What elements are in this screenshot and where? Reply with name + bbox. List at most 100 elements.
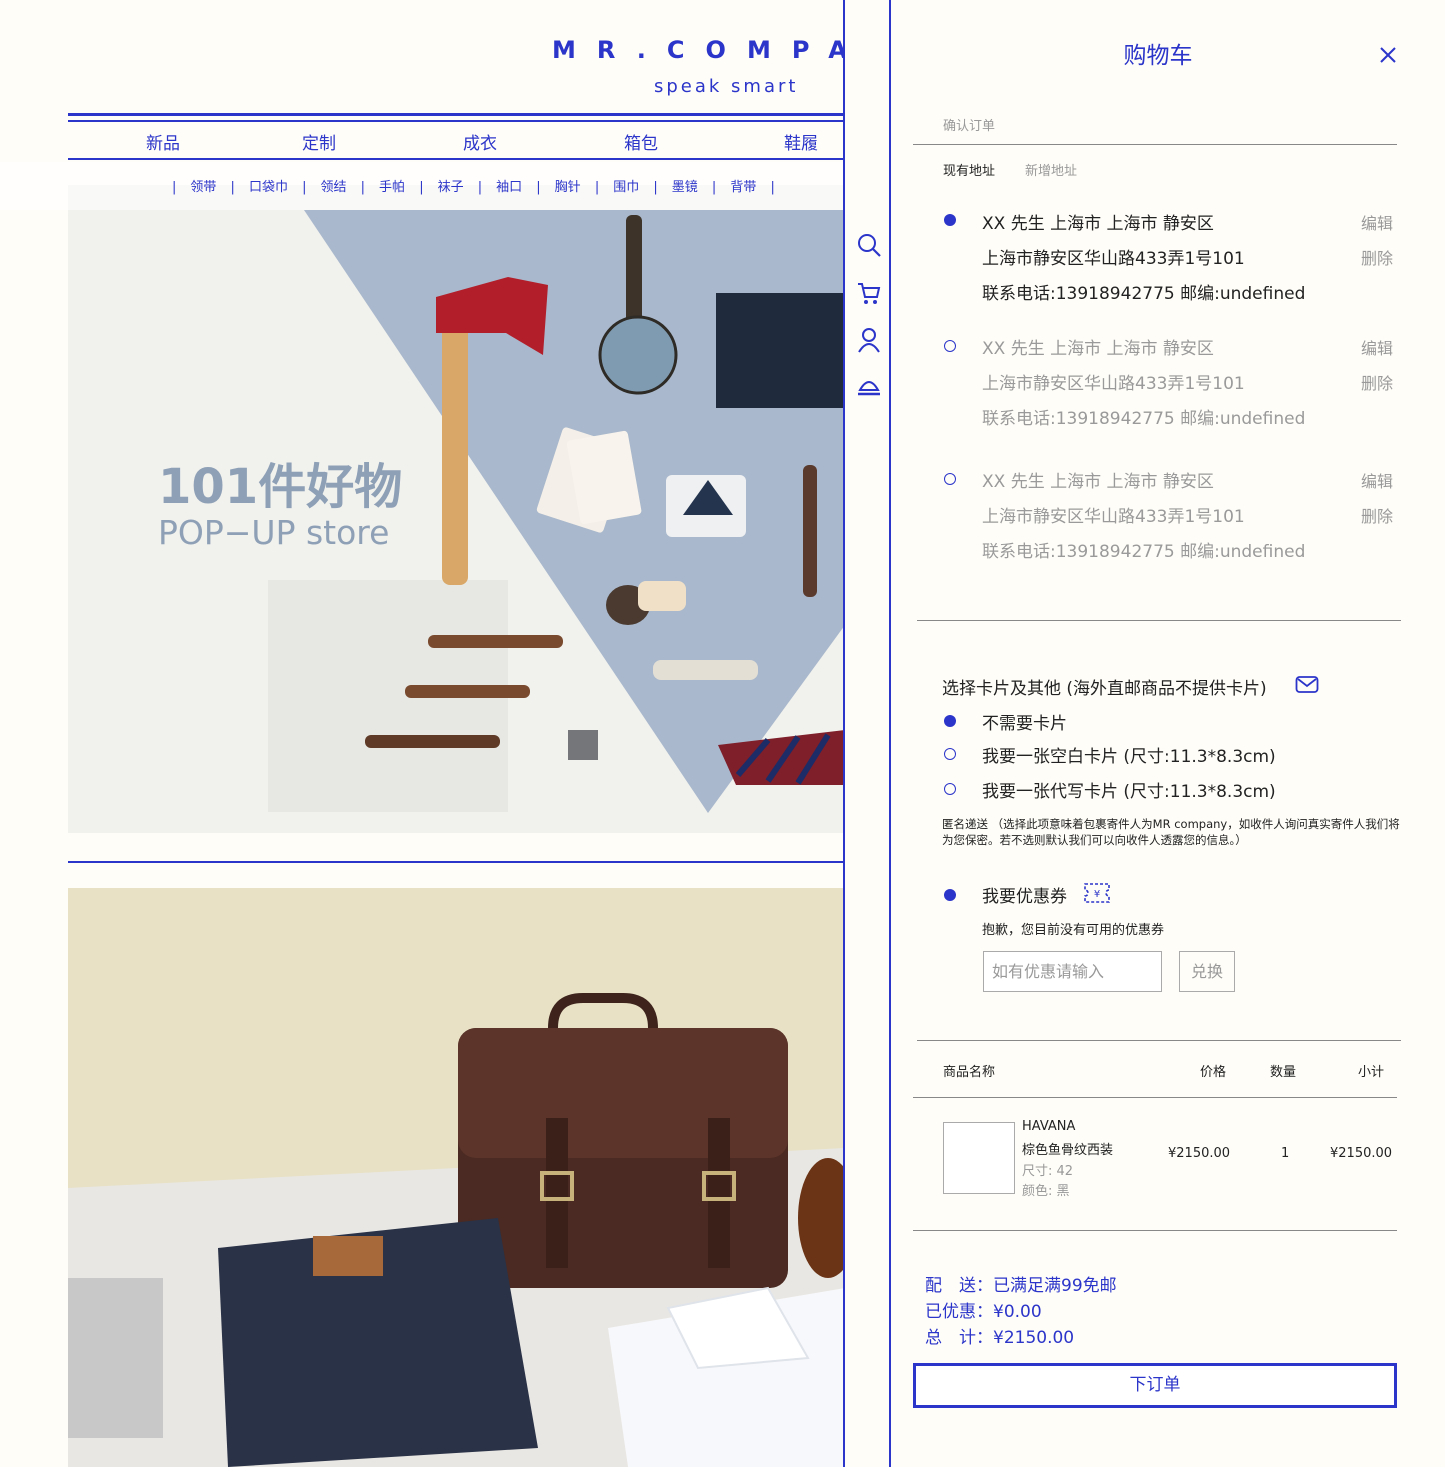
address-radio[interactable] [944, 340, 956, 352]
hero-subtitle: POP−UP store [158, 513, 390, 552]
brand-tagline: speak smart [654, 76, 799, 97]
coupon-input[interactable] [983, 951, 1162, 992]
product-subtotal: ¥2150.00 [1330, 1146, 1393, 1161]
subnav-separator: | [360, 180, 366, 195]
address-line1: XX 先生 上海市 上海市 静安区 [982, 472, 1214, 492]
column-header-qty: 数量 [1270, 1065, 1297, 1080]
bags-banner[interactable] [68, 888, 845, 1467]
address-line1: XX 先生 上海市 上海市 静安区 [982, 339, 1214, 359]
hero-banner[interactable]: 101件好物 POP−UP store [68, 185, 845, 833]
subnav-separator: | [594, 180, 600, 195]
card-radio[interactable] [944, 748, 956, 760]
address-line2: 上海市静安区华山路433弄1号101 [982, 249, 1245, 269]
confirm-order-label: 确认订单 [943, 119, 996, 134]
cart-panel: 购物车 确认订单 现有地址 新增地址 XX 先生 上海市 上海市 静安区 上海市… [891, 0, 1445, 1467]
edit-address-button[interactable]: 编辑 [1361, 210, 1393, 234]
card-section-title: 选择卡片及其他 (海外直邮商品不提供卡片) [942, 679, 1267, 699]
column-header-price: 价格 [1200, 1065, 1227, 1080]
address-line3: 联系电话:13918942775 邮编:undefined [982, 409, 1306, 429]
subnav-item-sunglasses[interactable]: 墨镜 [672, 176, 698, 195]
nav-item-shoes[interactable]: 鞋履 [784, 129, 818, 154]
envelope-icon [1295, 676, 1319, 693]
subnav-item-suspenders[interactable]: 背带 [730, 176, 756, 195]
coupon-label: 我要优惠券 [982, 887, 1067, 907]
subnav-item-handkerchiefs[interactable]: 手帕 [379, 176, 405, 195]
side-toolbar [843, 0, 891, 1467]
divider [917, 620, 1401, 621]
subnav-separator: | [230, 180, 235, 195]
product-brand: HAVANA [1022, 1119, 1076, 1134]
hero-title: 101件好物 [158, 459, 403, 515]
tab-new-address[interactable]: 新增地址 [1025, 160, 1077, 179]
anonymous-delivery-note: 匿名递送 （选择此项意味着包裹寄件人为MR company，如收件人询问真实寄件… [942, 817, 1400, 847]
bags-illustration [68, 888, 845, 1467]
subnav-separator: | [477, 180, 483, 195]
product-quantity: 1 [1281, 1146, 1290, 1161]
subnav-item-socks[interactable]: 袜子 [438, 176, 464, 195]
nav-item-new[interactable]: 新品 [146, 129, 180, 154]
address-line3: 联系电话:13918942775 邮编:undefined [982, 284, 1306, 304]
column-header-subtotal: 小计 [1358, 1065, 1385, 1080]
subnav-separator: | [653, 180, 658, 195]
product-color: 颜色: 黑 [1022, 1184, 1070, 1199]
divider [913, 144, 1397, 145]
address-line1: XX 先生 上海市 上海市 静安区 [982, 214, 1214, 234]
delete-address-button[interactable]: 删除 [1361, 370, 1393, 394]
product-size: 尺寸: 42 [1022, 1164, 1074, 1179]
delete-address-button[interactable]: 删除 [1361, 245, 1393, 269]
divider [913, 1097, 1397, 1098]
subnav-separator: | [172, 180, 177, 195]
section-divider [68, 861, 845, 863]
address-line2: 上海市静安区华山路433弄1号101 [982, 374, 1245, 394]
address-line2: 上海市静安区华山路433弄1号101 [982, 507, 1245, 527]
subnav-separator: | [536, 180, 541, 195]
nav-item-custom[interactable]: 定制 [302, 129, 336, 154]
cart-title: 购物车 [1123, 43, 1193, 69]
shipping-summary: 配 送：已满足满99免邮 [925, 1276, 1117, 1296]
search-icon[interactable] [856, 232, 882, 258]
discount-summary: 已优惠：¥0.00 [925, 1302, 1042, 1322]
brand-logo[interactable]: MR.COMPAN [552, 36, 845, 64]
edit-address-button[interactable]: 编辑 [1361, 335, 1393, 359]
subnav-item-pocket-squares[interactable]: 口袋巾 [249, 176, 288, 195]
header-divider [68, 120, 845, 122]
address-radio-selected[interactable] [944, 214, 956, 226]
card-radio-selected[interactable] [944, 715, 956, 727]
header-divider [68, 113, 845, 116]
main-nav: 新品 定制 成衣 箱包 鞋履 [68, 124, 845, 158]
subnav-separator: | [770, 180, 775, 195]
divider [917, 1040, 1401, 1041]
subnav-item-brooches[interactable]: 胸针 [555, 176, 581, 195]
address-radio[interactable] [944, 473, 956, 485]
product-name[interactable]: 棕色鱼骨纹西装 [1022, 1139, 1113, 1158]
service-bell-icon[interactable] [856, 373, 882, 399]
subnav-item-cufflinks[interactable]: 袖口 [496, 176, 522, 195]
card-radio[interactable] [944, 783, 956, 795]
delete-address-button[interactable]: 删除 [1361, 503, 1393, 527]
subnav-item-scarves[interactable]: 围巾 [613, 176, 639, 195]
product-thumbnail[interactable] [943, 1122, 1015, 1194]
user-icon[interactable] [856, 327, 882, 353]
subnav-item-bow-ties[interactable]: 领结 [320, 176, 346, 195]
cart-icon[interactable] [856, 280, 882, 306]
edit-address-button[interactable]: 编辑 [1361, 468, 1393, 492]
coupon-empty-message: 抱歉，您目前没有可用的优惠券 [982, 923, 1165, 938]
place-order-button[interactable]: 下订单 [913, 1363, 1397, 1408]
card-option-blank[interactable]: 我要一张空白卡片 (尺寸:11.3*8.3cm) [982, 742, 1276, 767]
subnav-separator: | [711, 180, 717, 195]
store-page: MR.COMPAN speak smart 新品 定制 成衣 箱包 鞋履 [0, 0, 845, 1467]
tab-existing-address[interactable]: 现有地址 [943, 160, 995, 179]
address-line3: 联系电话:13918942775 邮编:undefined [982, 542, 1306, 562]
column-header-name: 商品名称 [943, 1065, 996, 1080]
subnav-item-ties[interactable]: 领带 [190, 176, 216, 195]
close-icon[interactable] [1377, 44, 1399, 66]
product-price: ¥2150.00 [1168, 1146, 1231, 1161]
coupon-radio-selected[interactable] [944, 889, 956, 901]
card-option-none[interactable]: 不需要卡片 [982, 709, 1067, 734]
nav-item-ready-to-wear[interactable]: 成衣 [463, 129, 497, 154]
subnav-separator: | [302, 180, 307, 195]
redeem-button[interactable]: 兑换 [1179, 951, 1235, 992]
card-option-written[interactable]: 我要一张代写卡片 (尺寸:11.3*8.3cm) [982, 777, 1276, 802]
nav-item-bags[interactable]: 箱包 [624, 129, 658, 154]
divider [913, 1230, 1397, 1231]
